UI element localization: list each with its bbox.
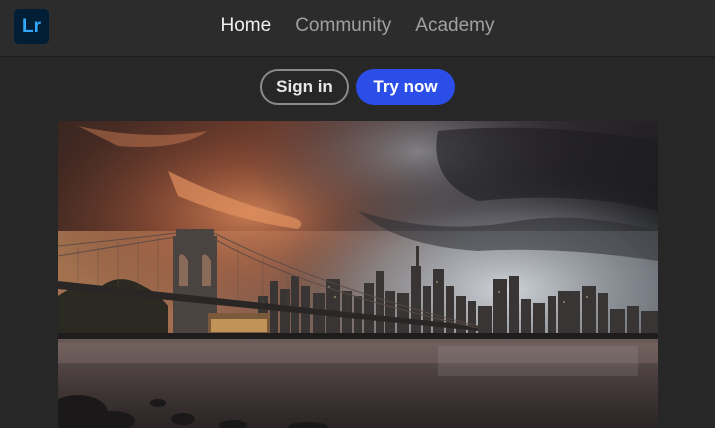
main-nav: Home Community Academy [0,0,715,52]
hero-image [58,121,658,428]
sign-in-button[interactable]: Sign in [260,69,349,105]
nav-item-community[interactable]: Community [283,15,403,37]
nav-item-home[interactable]: Home [209,15,284,37]
action-buttons: Sign in Try now [0,69,715,105]
try-now-button[interactable]: Try now [356,69,455,105]
brooklyn-bridge-skyline-photo [58,121,658,428]
top-navigation-bar: Lr Home Community Academy [0,0,715,57]
nav-item-academy[interactable]: Academy [403,15,506,37]
